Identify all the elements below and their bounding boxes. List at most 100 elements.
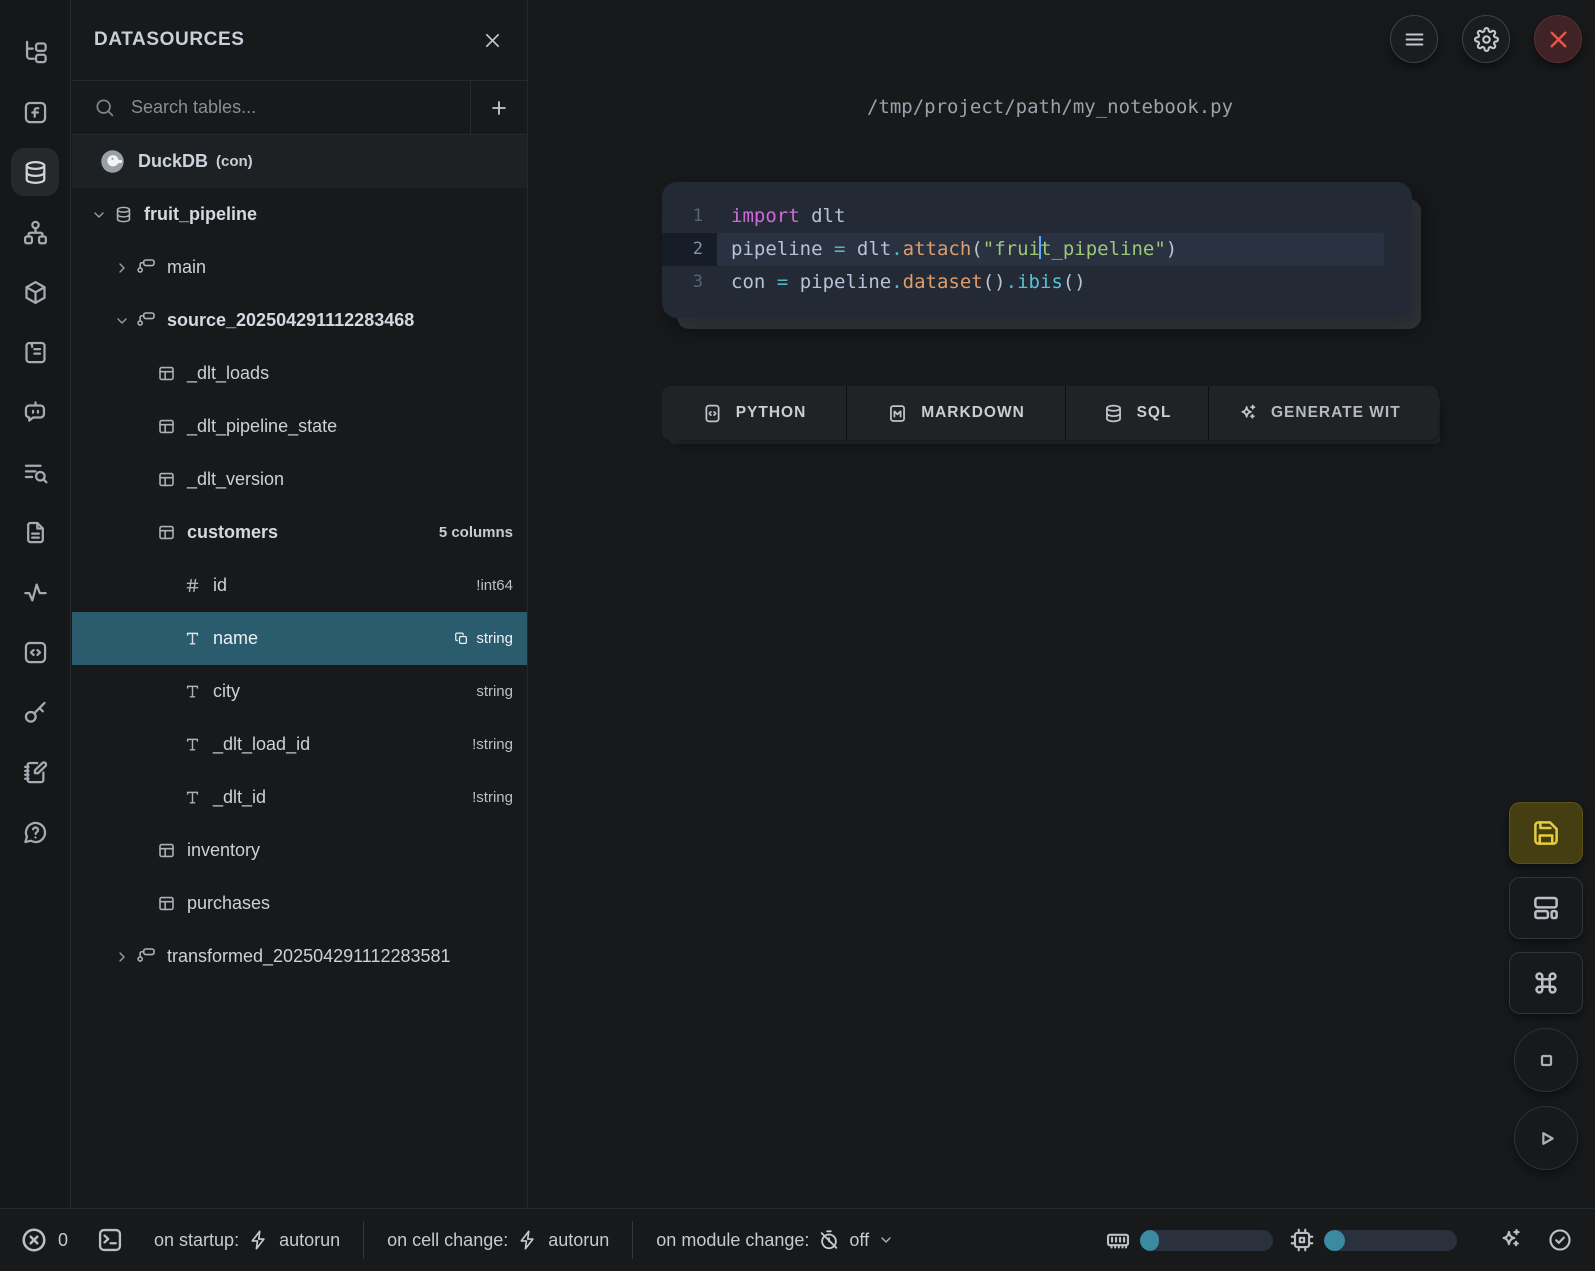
tree-row-_dlt_load_id[interactable]: _dlt_load_id !string: [72, 718, 527, 771]
schema-icon: [137, 311, 156, 330]
sidebar-item-outline[interactable]: [11, 508, 59, 556]
add-sql-cell-button[interactable]: SQL: [1066, 386, 1208, 440]
sidebar-item-datasources[interactable]: [11, 148, 59, 196]
code-cell[interactable]: 1import dlt2pipeline = dlt.attach("fruit…: [662, 182, 1412, 318]
functions-icon: [22, 99, 49, 126]
schema-icon: [137, 258, 156, 277]
markdown-icon: [887, 403, 908, 424]
zap-icon: [517, 1229, 539, 1251]
type-icon: [183, 735, 202, 754]
tree-row-city[interactable]: citystring: [72, 665, 527, 718]
layout-select-button[interactable]: [1509, 877, 1583, 939]
tree-label: main: [167, 257, 206, 278]
keyboard-shortcuts-button[interactable]: [1509, 952, 1583, 1014]
runtime-setting-3[interactable]: on module change:off: [656, 1229, 894, 1251]
shutdown-button[interactable]: [1534, 15, 1582, 63]
setting-value: autorun: [548, 1230, 609, 1251]
terminal-button[interactable]: [96, 1226, 124, 1254]
secrets-icon: [22, 699, 49, 726]
code-line-1[interactable]: 1import dlt: [662, 200, 1412, 233]
zap-icon: [248, 1229, 270, 1251]
settings-button[interactable]: [1462, 15, 1510, 63]
save-notebook-button[interactable]: [1509, 802, 1583, 864]
sidebar-item-scratchpad[interactable]: [11, 748, 59, 796]
ai-sparkles-button[interactable]: [1497, 1227, 1523, 1253]
dbsmall-icon: [1103, 403, 1124, 424]
chevron-down-icon[interactable]: [114, 313, 130, 329]
duckdb-logo-icon: [99, 148, 126, 175]
tree-row-_dlt_version[interactable]: _dlt_version: [72, 453, 527, 506]
chevron-down-icon[interactable]: [91, 207, 107, 223]
sidebar-item-help[interactable]: [11, 808, 59, 856]
tree-label: source_202504291112283468: [167, 310, 414, 331]
runtime-setting-2[interactable]: on cell change: autorun: [387, 1229, 609, 1251]
tree-label: _dlt_id: [213, 787, 266, 808]
sidebar-item-file-explorer[interactable]: [11, 28, 59, 76]
runtime-setting-1[interactable]: on startup:autorun: [154, 1229, 340, 1251]
tree-row-customers[interactable]: customers5 columns: [72, 506, 527, 559]
sidebar-item-logs[interactable]: [11, 448, 59, 496]
copy-icon[interactable]: [454, 631, 469, 646]
datasource-tree: fruit_pipelinemain source_202504291112283…: [72, 188, 527, 983]
datasources-panel: DATASOURCES DuckDB (con) fruit_pipelinem…: [72, 0, 528, 1208]
run-all-button[interactable]: [1514, 1106, 1578, 1170]
errors-indicator-icon[interactable]: [20, 1226, 48, 1254]
tree-row-purchases[interactable]: purchases: [72, 877, 527, 930]
add-datasource-button[interactable]: [470, 81, 527, 134]
tree-row-id[interactable]: id!int64: [72, 559, 527, 612]
tree-row-inventory[interactable]: inventory: [72, 824, 527, 877]
chevron-right-icon[interactable]: [114, 949, 130, 965]
code-line-2[interactable]: 2pipeline = dlt.attach("fruit_pipeline"): [662, 233, 1412, 266]
tree-label: id: [213, 575, 227, 596]
setting-label: on cell change:: [387, 1230, 508, 1251]
sidebar-item-functions[interactable]: [11, 88, 59, 136]
tree-row-main[interactable]: main: [72, 241, 527, 294]
sidebar-item-secrets[interactable]: [11, 688, 59, 736]
timeroff-icon: [818, 1229, 840, 1251]
tree-row-transformed_202504291112283581[interactable]: transformed_202504291112283581: [72, 930, 527, 983]
play-icon: [1533, 1125, 1560, 1152]
sidebar-item-documentation[interactable]: [11, 328, 59, 376]
sidebar-item-dependencies[interactable]: [11, 208, 59, 256]
tree-row-_dlt_loads[interactable]: _dlt_loads: [72, 347, 527, 400]
add-markdown-cell-button[interactable]: MARKDOWN: [847, 386, 1065, 440]
generate-with-ai-button[interactable]: GENERATE WIT: [1209, 386, 1438, 440]
plus-icon: [488, 97, 510, 119]
tree-row-name[interactable]: namestring: [72, 612, 527, 665]
table-icon: [157, 417, 176, 436]
tree-label: _dlt_load_id: [213, 734, 310, 755]
codesquare2-icon: [702, 403, 723, 424]
tree-label: _dlt_loads: [187, 363, 269, 384]
tree-meta: !string: [472, 736, 513, 753]
runtime-settings: on startup:autorun on cell change: autorun…: [154, 1221, 894, 1259]
sidebar-item-packages[interactable]: [11, 268, 59, 316]
engine-row-duckdb[interactable]: DuckDB (con): [72, 135, 527, 188]
documentation-icon: [22, 339, 49, 366]
tree-label: transformed_202504291112283581: [167, 946, 451, 967]
sidebar-item-tracing[interactable]: [11, 568, 59, 616]
window-actions: [1390, 15, 1582, 63]
search-row: [72, 81, 527, 135]
type-icon: [183, 682, 202, 701]
connection-status-icon[interactable]: [1547, 1227, 1573, 1253]
interrupt-button[interactable]: [1514, 1028, 1578, 1092]
tree-row-fruit_pipeline[interactable]: fruit_pipeline: [72, 188, 527, 241]
outline-icon: [22, 519, 49, 546]
setting-label: on module change:: [656, 1230, 809, 1251]
marimo-app: DATASOURCES DuckDB (con) fruit_pipelinem…: [0, 0, 1595, 1271]
add-python-cell-button[interactable]: PYTHON: [662, 386, 846, 440]
tree-row-_dlt_id[interactable]: _dlt_id!string: [72, 771, 527, 824]
chevron-right-icon[interactable]: [114, 260, 130, 276]
sidebar-item-snippets[interactable]: [11, 628, 59, 676]
search-tables-input[interactable]: [129, 96, 470, 119]
code-line-3[interactable]: 3con = pipeline.dataset().ibis(): [662, 266, 1412, 299]
sidebar-item-chat[interactable]: [11, 388, 59, 436]
type-icon: [183, 788, 202, 807]
table-icon: [157, 523, 176, 542]
close-panel-button[interactable]: [482, 30, 503, 51]
tree-row-source_202504291112283468[interactable]: source_202504291112283468: [72, 294, 527, 347]
tree-row-_dlt_pipeline_state[interactable]: _dlt_pipeline_state: [72, 400, 527, 453]
tracing-icon: [22, 579, 49, 606]
table-icon: [157, 894, 176, 913]
menu-button[interactable]: [1390, 15, 1438, 63]
